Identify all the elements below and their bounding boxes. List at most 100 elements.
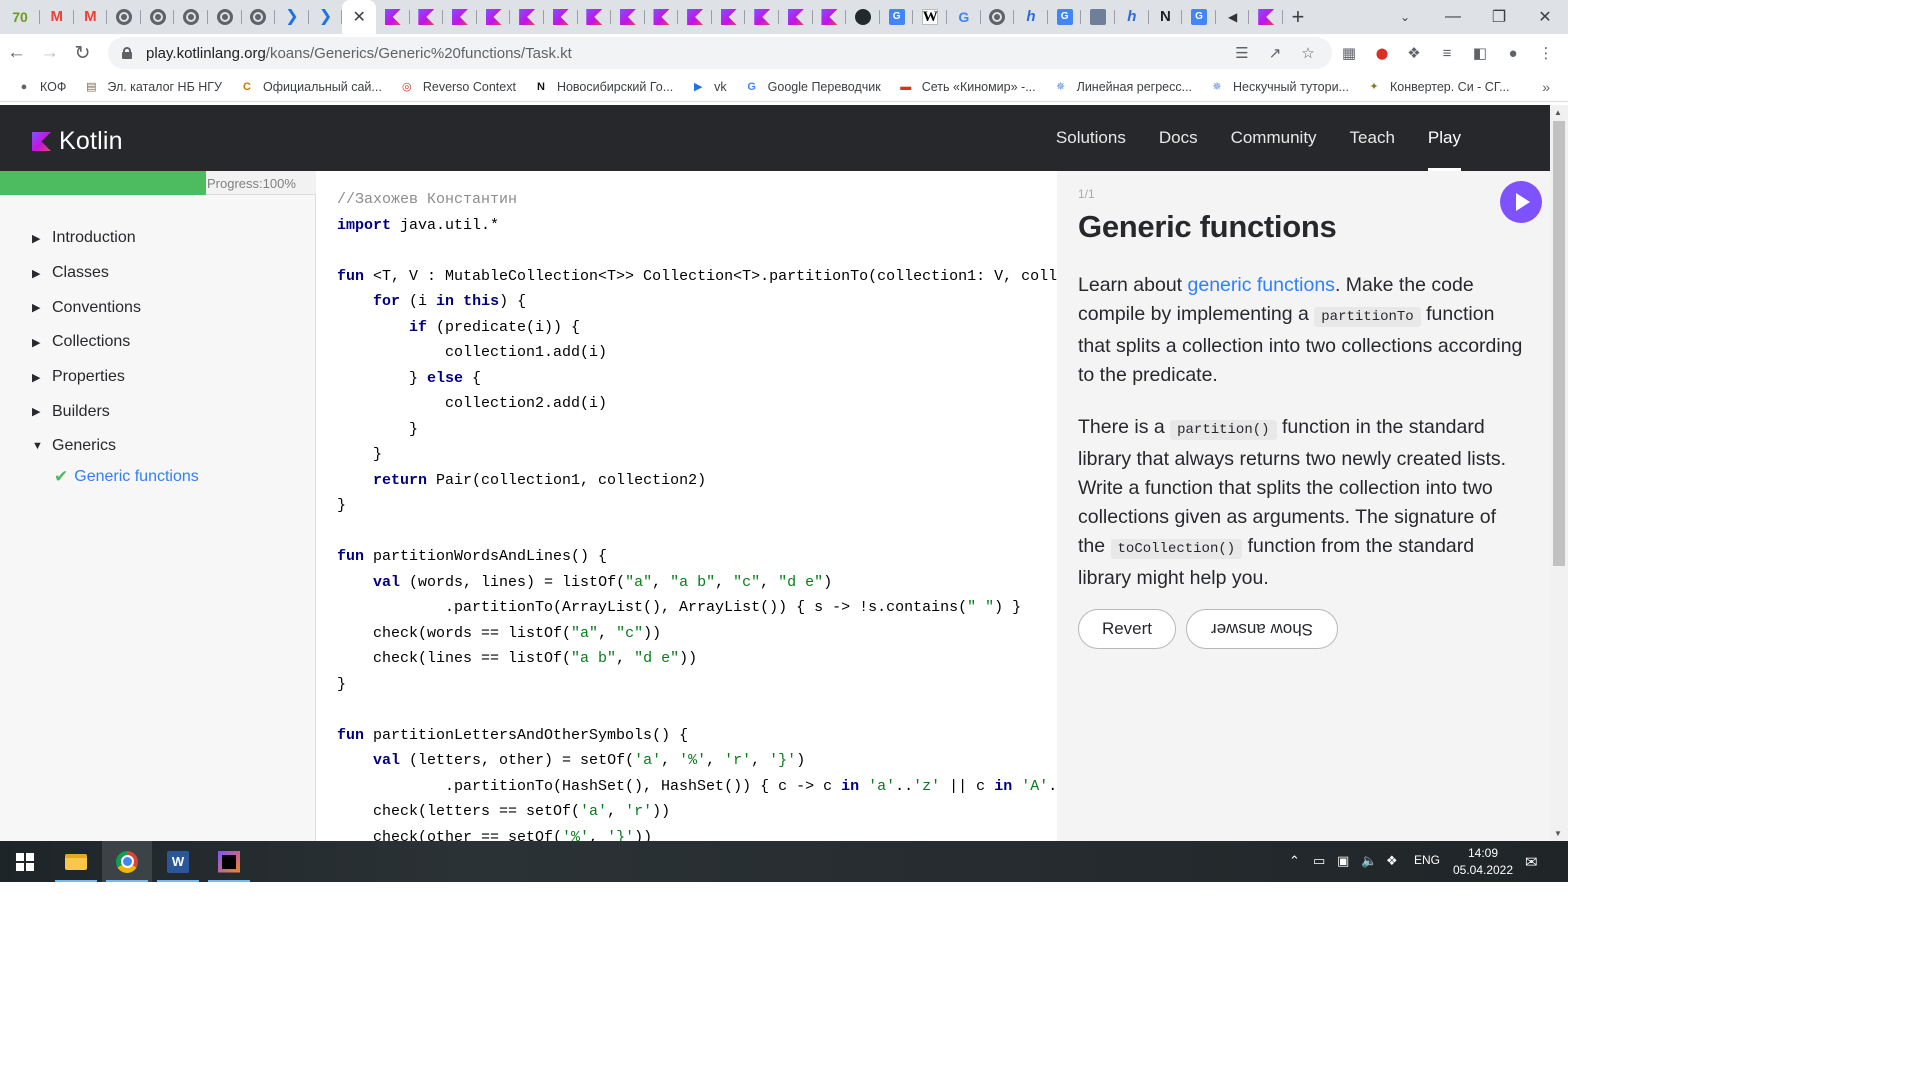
code-line[interactable]: .partitionTo(HashSet(), HashSet()) { c -…: [337, 774, 1057, 800]
side-panel-icon[interactable]: ◧: [1469, 42, 1491, 64]
expanded-arrow-icon[interactable]: ▼: [32, 440, 52, 452]
browser-tab[interactable]: G: [1182, 0, 1216, 34]
browser-tab[interactable]: [410, 0, 444, 34]
taskbar-chrome[interactable]: [102, 841, 152, 882]
code-line[interactable]: }: [337, 417, 1057, 443]
url-text[interactable]: play.kotlinlang.org/koans/Generics/Gener…: [146, 45, 572, 62]
browser-tab[interactable]: h: [1115, 0, 1149, 34]
language-indicator[interactable]: ENG: [1414, 853, 1440, 867]
code-line[interactable]: for (i in this) {: [337, 289, 1057, 315]
code-editor[interactable]: //Захожев Константинimport java.util.*​f…: [317, 171, 1057, 841]
tree-item-generic-functions[interactable]: ✔ Generic functions: [54, 464, 199, 490]
browser-tab[interactable]: G: [880, 0, 914, 34]
bookmark-item[interactable]: ● КОФ: [16, 79, 67, 95]
browser-tab[interactable]: [981, 0, 1015, 34]
start-button[interactable]: [0, 841, 50, 882]
maximize-button[interactable]: ❐: [1476, 0, 1522, 34]
bookmark-item[interactable]: С Официальный сай...: [239, 79, 382, 95]
browser-tab[interactable]: [846, 0, 880, 34]
browser-tab[interactable]: ❯: [275, 0, 309, 34]
nav-play[interactable]: Play: [1427, 105, 1462, 171]
code-line[interactable]: collection2.add(i): [337, 391, 1057, 417]
browser-tab[interactable]: [645, 0, 679, 34]
code-line[interactable]: ​: [337, 519, 1057, 545]
minimize-button[interactable]: —: [1430, 0, 1476, 34]
nav-community[interactable]: Community: [1231, 105, 1317, 171]
code-line[interactable]: ​: [337, 238, 1057, 264]
browser-tab[interactable]: [779, 0, 813, 34]
code-line[interactable]: ​: [337, 697, 1057, 723]
browser-tab[interactable]: [678, 0, 712, 34]
tab-search-icon[interactable]: ⌄: [1390, 0, 1420, 34]
browser-tab[interactable]: [174, 0, 208, 34]
code-line[interactable]: }: [337, 672, 1057, 698]
bookmark-item[interactable]: ▬ Сеть «Киномир» -...: [898, 79, 1035, 95]
close-tab-icon[interactable]: ✕: [352, 7, 365, 27]
browser-tab[interactable]: h: [1014, 0, 1048, 34]
browser-tab[interactable]: [443, 0, 477, 34]
code-content[interactable]: //Захожев Константинimport java.util.*​f…: [337, 187, 1057, 841]
browser-tab[interactable]: [208, 0, 242, 34]
code-line[interactable]: fun <T, V : MutableCollection<T>> Collec…: [337, 264, 1057, 290]
code-line[interactable]: check(other == setOf('%', '}')): [337, 825, 1057, 842]
browser-tab[interactable]: ◀: [1216, 0, 1250, 34]
bookmark-item[interactable]: ▤ Эл. каталог НБ НГУ: [83, 79, 222, 95]
tree-item-builders[interactable]: ▶ Builders: [32, 394, 199, 429]
browser-tab[interactable]: [813, 0, 847, 34]
code-line[interactable]: collection1.add(i): [337, 340, 1057, 366]
bookmark-item[interactable]: ▶ vk: [690, 79, 727, 95]
code-line[interactable]: check(lines == listOf("a b", "d e")): [337, 646, 1057, 672]
code-line[interactable]: import java.util.*: [337, 213, 1057, 239]
code-line[interactable]: if (predicate(i)) {: [337, 315, 1057, 341]
adblock-icon[interactable]: ⬤: [1371, 42, 1393, 64]
browser-tab[interactable]: M: [40, 0, 74, 34]
code-line[interactable]: }: [337, 493, 1057, 519]
extension-icon[interactable]: ▦: [1338, 42, 1360, 64]
bookmark-item[interactable]: ◎ Reverso Context: [399, 79, 516, 95]
bookmark-item[interactable]: G Google Переводчик: [744, 79, 880, 95]
code-line[interactable]: check(words == listOf("a", "c")): [337, 621, 1057, 647]
browser-tab[interactable]: ❯: [309, 0, 343, 34]
browser-tab[interactable]: [107, 0, 141, 34]
network-icon[interactable]: ▣: [1337, 853, 1349, 869]
notifications-icon[interactable]: ✉: [1525, 853, 1538, 871]
browser-tab[interactable]: [477, 0, 511, 34]
code-line[interactable]: return Pair(collection1, collection2): [337, 468, 1057, 494]
code-line[interactable]: //Захожев Константин: [337, 187, 1057, 213]
dropbox-icon[interactable]: ❖: [1386, 853, 1398, 869]
chrome-menu-icon[interactable]: ⋮: [1535, 42, 1557, 64]
browser-tab[interactable]: [141, 0, 175, 34]
tree-item-conventions[interactable]: ▶ Conventions: [32, 290, 199, 325]
bookmark-star-icon[interactable]: ☆: [1298, 43, 1318, 63]
kotlin-logo[interactable]: Kotlin: [32, 127, 123, 156]
browser-tab[interactable]: [712, 0, 746, 34]
taskbar-explorer[interactable]: [51, 841, 101, 882]
share-icon[interactable]: ↗: [1265, 43, 1285, 63]
generic-functions-link[interactable]: generic functions: [1188, 274, 1335, 296]
browser-tab[interactable]: [578, 0, 612, 34]
bookmark-item[interactable]: ✵ Линейная регресс...: [1053, 79, 1192, 95]
collapsed-arrow-icon[interactable]: ▶: [32, 405, 52, 418]
taskbar-ide[interactable]: [204, 841, 254, 882]
battery-icon[interactable]: ▭: [1313, 853, 1325, 869]
browser-tab[interactable]: [1081, 0, 1115, 34]
browser-tab[interactable]: [376, 0, 410, 34]
browser-tab[interactable]: N: [1149, 0, 1183, 34]
browser-tab[interactable]: [242, 0, 276, 34]
lock-icon[interactable]: [122, 47, 132, 59]
extensions-puzzle-icon[interactable]: ❖: [1403, 42, 1425, 64]
taskbar-clock[interactable]: 14:09 05.04.2022: [1448, 845, 1518, 879]
volume-icon[interactable]: 🔈: [1361, 853, 1377, 869]
profile-avatar[interactable]: ●: [1502, 42, 1524, 64]
bookmarks-more-button[interactable]: »: [1542, 79, 1550, 95]
code-line[interactable]: } else {: [337, 366, 1057, 392]
bookmark-item[interactable]: N Новосибирский Го...: [533, 79, 673, 95]
code-line[interactable]: check(letters == setOf('a', 'r')): [337, 799, 1057, 825]
new-tab-button[interactable]: +: [1283, 0, 1313, 34]
nav-solutions[interactable]: Solutions: [1056, 105, 1126, 171]
collapsed-arrow-icon[interactable]: ▶: [32, 336, 52, 349]
back-button[interactable]: ←: [0, 34, 33, 72]
code-line[interactable]: val (letters, other) = setOf('a', '%', '…: [337, 748, 1057, 774]
tree-item-properties[interactable]: ▶ Properties: [32, 360, 199, 395]
browser-tab[interactable]: [1249, 0, 1283, 34]
